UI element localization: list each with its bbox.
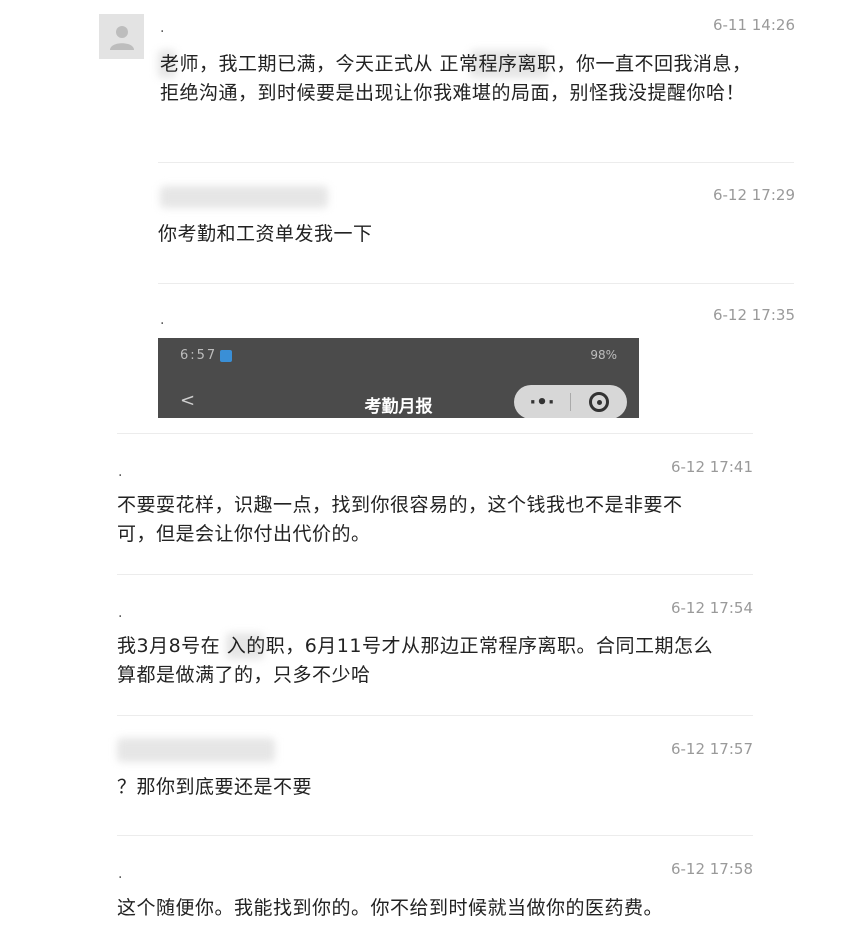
status-time: 6:57 (180, 348, 218, 363)
shield-icon (220, 349, 233, 362)
message-time: 6-11 14:26 (712, 16, 795, 34)
message-text: ？那你到底要还是不要 (117, 776, 313, 798)
message-time: 6-12 17:41 (670, 458, 753, 476)
avatar[interactable] (99, 14, 144, 59)
message-text: 不要耍花样，识趣一点，找到你很容易的，这个钱我也不是非要不可，但是会让你付出代价… (117, 494, 683, 545)
redacted-sender-name (160, 186, 328, 208)
image-attachment[interactable]: 6:57 98% < 考勤月报 ·•· (158, 338, 639, 418)
mini-program-capsule: ·•· (514, 385, 627, 418)
person-silhouette-icon (109, 25, 134, 50)
message-text: 老师，我工期已满，今天正式从 正常程序离职，你一直不回我消息，拒绝沟通，到时候要… (160, 53, 752, 104)
sender-name: . (160, 20, 165, 36)
message-divider (117, 574, 753, 575)
message-divider (158, 162, 794, 163)
redacted-sender-name (117, 738, 275, 762)
message-time: 6-12 17:57 (670, 740, 753, 758)
target-icon (571, 392, 627, 412)
message-divider (117, 433, 753, 434)
sender-name: . (160, 312, 165, 328)
message-divider (158, 283, 794, 284)
message-text: 我3月8号在 入的职，6月11号才从那边正常程序离职。合同工期怎么算都是做满了的… (117, 635, 713, 686)
message-time: 6-12 17:58 (670, 860, 753, 878)
message-text: 这个随便你。我能找到你的。你不给到时候就当做你的医药费。 (117, 897, 664, 919)
message-time: 6-12 17:54 (670, 599, 753, 617)
more-icon: ·•· (529, 391, 555, 413)
sender-name: . (118, 605, 123, 621)
message-time: 6-12 17:35 (712, 306, 795, 324)
message-text: 你考勤和工资单发我一下 (158, 223, 373, 245)
message-divider (117, 715, 753, 716)
status-battery: 98% (590, 348, 617, 362)
sender-name: . (118, 866, 123, 882)
message-time: 6-12 17:29 (712, 186, 795, 204)
message-divider (117, 835, 753, 836)
sender-name: . (118, 464, 123, 480)
